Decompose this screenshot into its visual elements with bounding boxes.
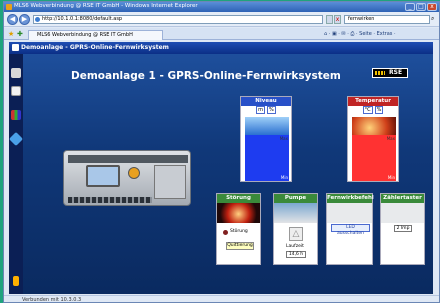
pumpe-title: Pumpe <box>274 194 317 203</box>
rse-logo: RSE <box>372 68 408 78</box>
stoerung-label: Störung <box>230 229 248 234</box>
led-ausschalten-button[interactable]: LED ausschalten <box>331 224 370 236</box>
settings-icon[interactable] <box>8 131 24 147</box>
search-input[interactable]: fernwirken <box>344 15 430 24</box>
temperatur-unit-2[interactable]: % <box>374 106 384 114</box>
browser-window: MLS6 Webverbindung @ RSE IT GmbH - Windo… <box>3 1 440 303</box>
niveau-unit-2[interactable]: % <box>267 106 276 114</box>
pump-status-icon: △ <box>289 227 303 241</box>
window-title: MLS6 Webverbindung @ RSE IT GmbH - Windo… <box>14 3 198 9</box>
device-bottom-terminals <box>68 197 152 203</box>
water-image <box>245 117 289 135</box>
app-logo-icon <box>12 44 19 51</box>
stop-icon[interactable]: x <box>334 15 341 24</box>
alarm-lamp-image <box>217 203 260 223</box>
document-icon[interactable] <box>11 86 21 96</box>
favorites-star-icon[interactable]: ★ <box>8 31 15 38</box>
camera-icon[interactable] <box>11 68 21 78</box>
alarm-led-icon <box>223 230 228 235</box>
title-bar: MLS6 Webverbindung @ RSE IT GmbH - Windo… <box>4 2 439 12</box>
niveau-min-label: Min <box>280 175 288 180</box>
flame-image <box>352 117 396 135</box>
temperatur-max-label: Max <box>386 136 395 141</box>
chart-icon[interactable] <box>11 110 21 120</box>
device-display <box>86 165 120 187</box>
device-module <box>154 165 186 199</box>
ie-icon <box>6 4 12 10</box>
zaehler-title: Zählertaster <box>381 194 424 203</box>
maximize-button[interactable]: □ <box>416 3 426 11</box>
sidebar <box>8 54 24 294</box>
niveau-max-label: Max <box>279 136 288 141</box>
web-page: Demoanlage - GPRS-Online-Fernwirksystem … <box>8 42 433 294</box>
url-text: http://10.1.0.1:8080/default.asp <box>42 16 123 22</box>
temperatur-gauge: Max Min <box>352 117 396 181</box>
forward-button[interactable]: ▶ <box>19 14 30 25</box>
address-bar: ◀ ▶ http://10.1.0.1:8080/default.asp x f… <box>4 12 439 27</box>
add-favorites-icon[interactable]: ✚ <box>17 31 24 38</box>
close-button[interactable]: x <box>427 3 437 11</box>
status-bar: Verbunden mit 10.3.0.3 <box>4 295 439 303</box>
tab-mls6[interactable]: MLS6 Webverbindung @ RSE IT GmbH <box>28 30 163 40</box>
temperatur-panel: Temperatur °C% Max Min <box>347 96 399 182</box>
app-header-title: Demoanlage - GPRS-Online-Fernwirksystem <box>21 44 169 51</box>
pumpe-panel: Pumpe △ Laufzeit 14,6 h <box>273 193 318 265</box>
quittierung-button[interactable]: Quittierung <box>226 242 254 250</box>
zaehler-image <box>381 203 424 223</box>
page-title: Demoanlage 1 - GPRS-Online-Fernwirksyste… <box>71 70 341 82</box>
laufzeit-label: Laufzeit <box>286 244 304 249</box>
device-terminal-strip <box>68 155 188 163</box>
fernwirk-title: Fernwirkbefehl <box>327 194 374 203</box>
stoerung-panel: Störung Störung Quittierung <box>216 193 261 265</box>
page-icon <box>35 17 40 22</box>
tab-bar: ★ ✚ MLS6 Webverbindung @ RSE IT GmbH ⌂ ·… <box>4 28 439 40</box>
app-header: Demoanlage - GPRS-Online-Fernwirksystem <box>9 42 433 54</box>
search-icon[interactable]: ⌕ <box>431 15 439 24</box>
niveau-panel: Niveau m% Max Min <box>240 96 292 182</box>
main-area: Demoanlage 1 - GPRS-Online-Fernwirksyste… <box>23 54 433 294</box>
laufzeit-value: 14,6 h <box>286 251 306 258</box>
temperatur-title: Temperatur <box>348 97 398 106</box>
device-knob-icon <box>128 167 140 179</box>
stoerung-title: Störung <box>217 194 260 203</box>
minimize-button[interactable]: _ <box>405 3 415 11</box>
fernwirk-panel: Fernwirkbefehl LED ausschalten <box>326 193 374 265</box>
niveau-title: Niveau <box>241 97 291 106</box>
battery-icon[interactable] <box>13 276 19 286</box>
command-bar[interactable]: ⌂ · ▣ · ✉ · ⎙ · Seite · Extras · <box>324 31 396 37</box>
back-button[interactable]: ◀ <box>7 14 18 25</box>
status-text: Verbunden mit 10.3.0.3 <box>22 297 82 303</box>
niveau-gauge: Max Min <box>245 117 289 181</box>
niveau-units: m% <box>241 106 291 114</box>
niveau-unit-1[interactable]: m <box>256 106 266 114</box>
temperatur-min-label: Min <box>387 175 395 180</box>
zaehler-value: 2 Imp <box>394 225 412 232</box>
zaehler-panel: Zählertaster 2 Imp <box>380 193 425 265</box>
fernwirk-image <box>327 203 372 223</box>
controller-device-image <box>63 150 191 206</box>
refresh-icon[interactable] <box>326 15 333 24</box>
url-input[interactable]: http://10.1.0.1:8080/default.asp <box>33 15 323 24</box>
temperatur-unit-1[interactable]: °C <box>362 106 373 114</box>
pump-image <box>274 203 317 223</box>
temperatur-units: °C% <box>348 106 398 114</box>
